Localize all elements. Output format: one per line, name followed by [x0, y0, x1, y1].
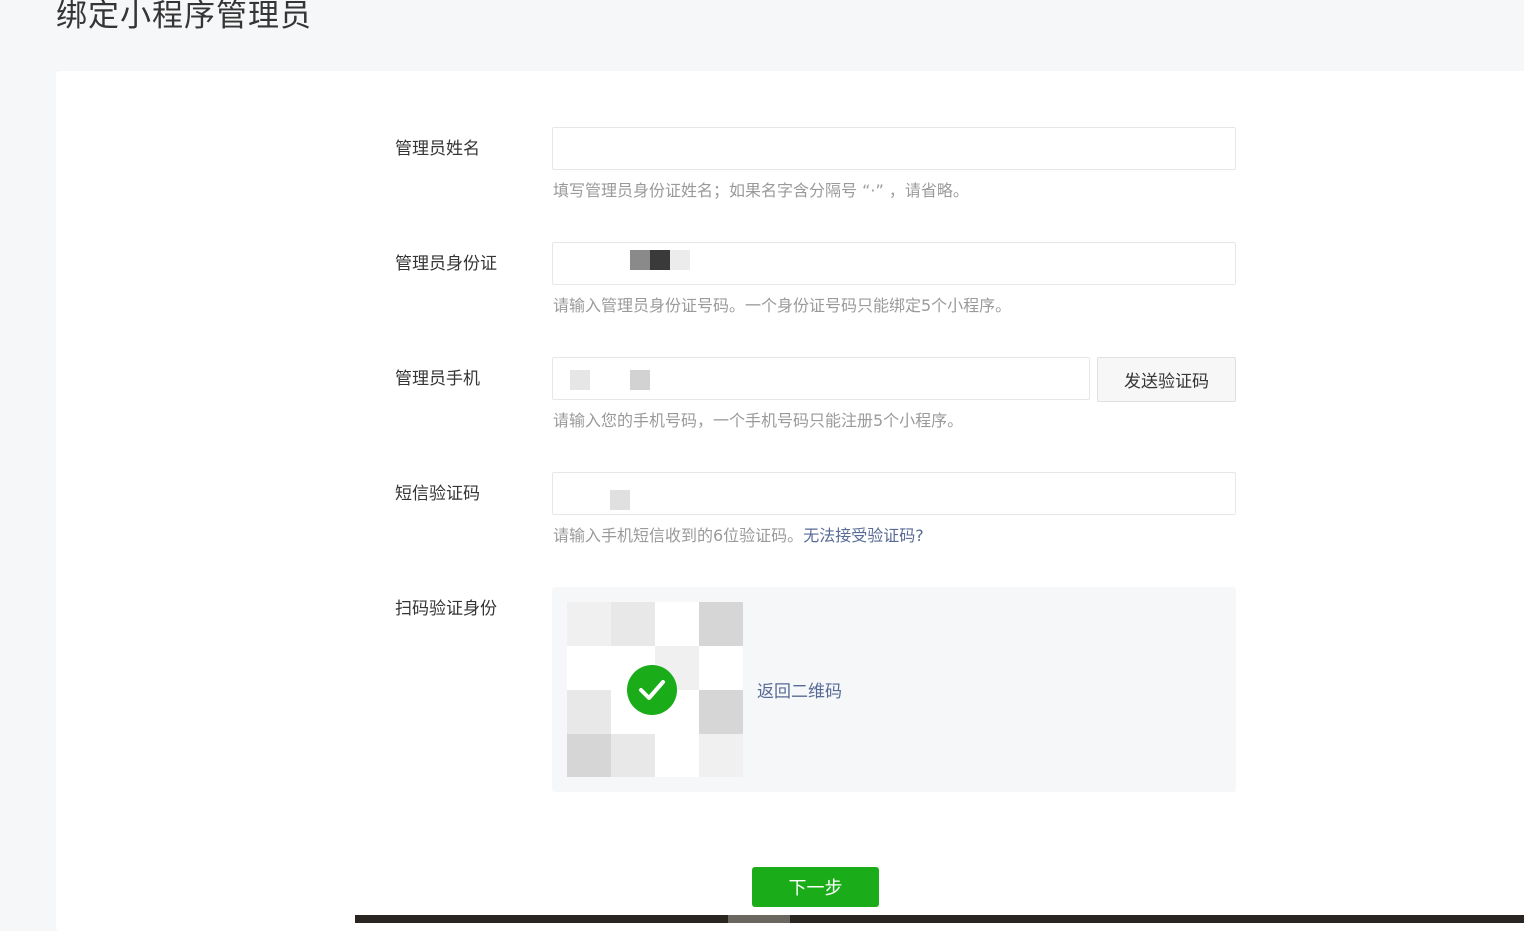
back-to-qr-link[interactable]: 返回二维码: [757, 680, 842, 704]
phone-label: 管理员手机: [395, 369, 480, 389]
id-card-hint: 请输入管理员身份证号码。一个身份证号码只能绑定5个小程序。: [553, 296, 1012, 315]
redaction-mosaic: [630, 370, 650, 390]
next-button[interactable]: 下一步: [752, 867, 879, 907]
scrollbar-thumb[interactable]: [728, 915, 790, 923]
send-code-button[interactable]: 发送验证码: [1097, 357, 1236, 402]
redaction-mosaic: [570, 370, 590, 390]
sms-code-field[interactable]: [552, 472, 1236, 515]
sms-code-hint: 请输入手机短信收到的6位验证码。无法接受验证码?: [553, 525, 924, 547]
page-title: 绑定小程序管理员: [56, 0, 312, 34]
name-field[interactable]: [552, 127, 1236, 170]
sms-code-label: 短信验证码: [395, 484, 480, 504]
sms-code-input[interactable]: [553, 473, 1235, 514]
redaction-mosaic: [670, 250, 690, 270]
phone-hint: 请输入您的手机号码，一个手机号码只能注册5个小程序。: [553, 411, 964, 430]
name-hint: 填写管理员身份证姓名；如果名字含分隔号 “·” ，请省略。: [553, 181, 969, 200]
scan-label: 扫码验证身份: [395, 599, 497, 619]
cannot-receive-code-link[interactable]: 无法接受验证码?: [803, 526, 924, 545]
sms-code-hint-text: 请输入手机短信收到的6位验证码。: [553, 526, 804, 545]
name-input[interactable]: [553, 128, 1235, 169]
redaction-mosaic: [610, 490, 630, 510]
redaction-mosaic: [650, 250, 670, 270]
redaction-mosaic: [630, 250, 650, 270]
taskbar-strip: [355, 915, 1524, 923]
id-card-label: 管理员身份证: [395, 254, 497, 274]
name-label: 管理员姓名: [395, 139, 480, 159]
check-icon: [627, 665, 677, 715]
